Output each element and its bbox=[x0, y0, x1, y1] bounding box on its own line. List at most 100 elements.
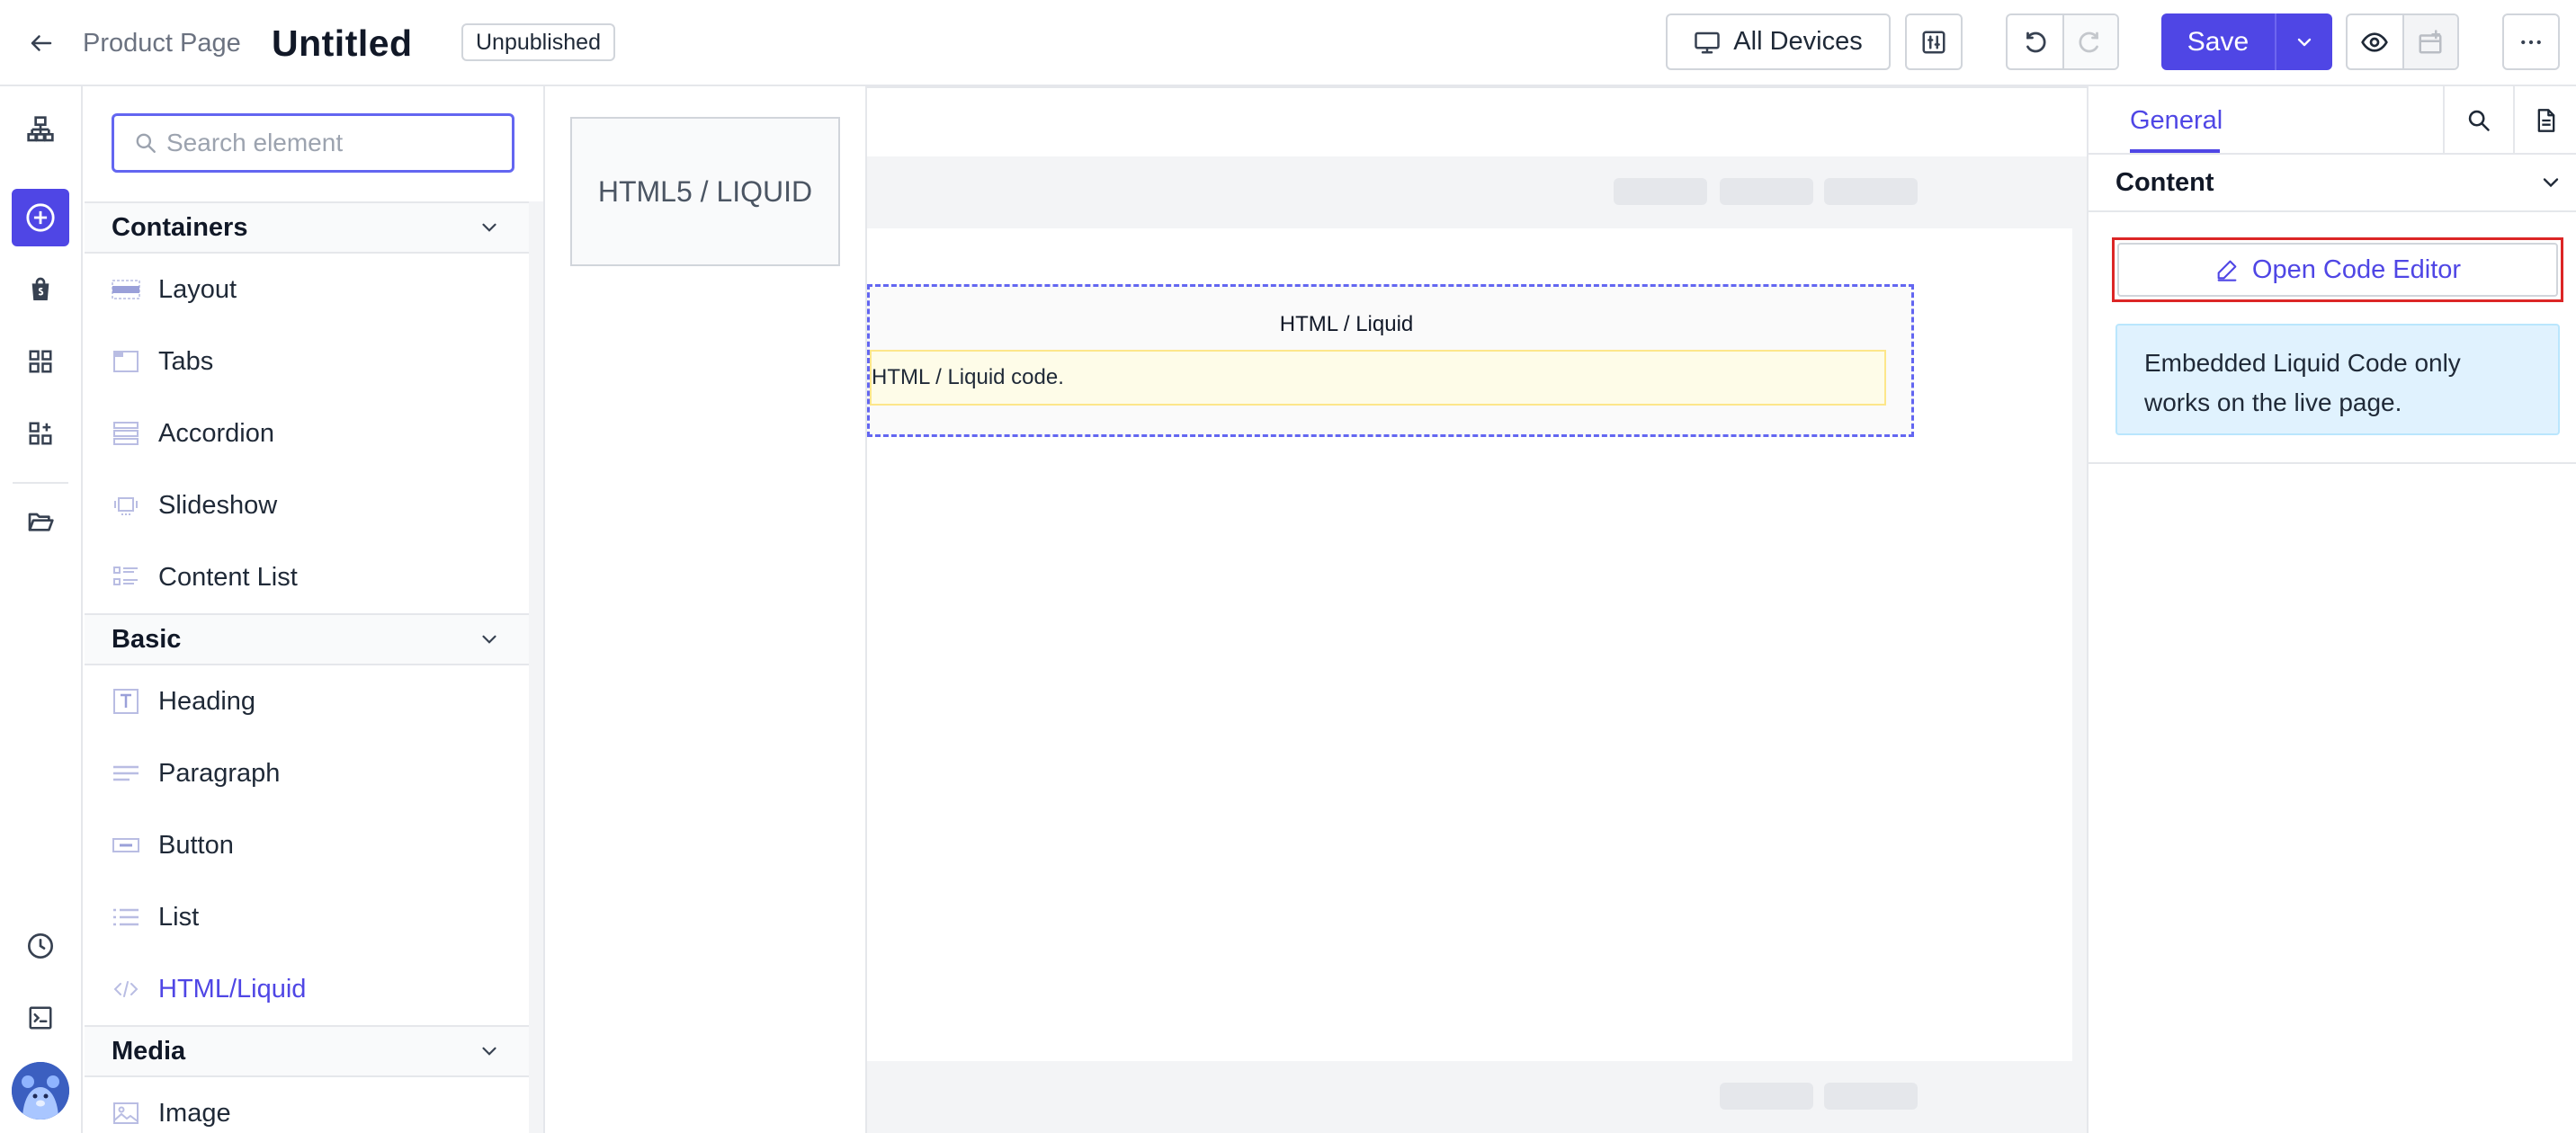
sidebar-item-add-element[interactable] bbox=[12, 189, 69, 246]
heading-icon bbox=[112, 687, 140, 716]
accordion-icon bbox=[112, 419, 140, 448]
sidebar-item-history[interactable] bbox=[12, 917, 69, 975]
chevron-down-icon bbox=[2543, 178, 2559, 188]
category-title: Containers bbox=[112, 212, 248, 242]
publish-button[interactable] bbox=[2402, 15, 2457, 68]
highlight-box: Open Code Editor bbox=[2112, 237, 2563, 302]
element-item-slideshow[interactable]: Slideshow bbox=[85, 469, 530, 541]
grid-icon bbox=[29, 350, 52, 373]
layout-icon bbox=[112, 275, 140, 304]
save-button[interactable]: Save bbox=[2161, 13, 2275, 70]
element-label: Paragraph bbox=[158, 758, 281, 788]
element-item-button[interactable]: Button bbox=[85, 809, 530, 881]
search-input[interactable] bbox=[166, 129, 490, 157]
sidebar-item-files[interactable] bbox=[12, 493, 69, 550]
undo-icon bbox=[2026, 31, 2047, 52]
eye-icon bbox=[2361, 31, 2389, 52]
section-divider bbox=[2089, 462, 2576, 464]
more-options-button[interactable] bbox=[2502, 13, 2560, 70]
history-controls bbox=[2006, 13, 2119, 70]
sidebar-item-apps[interactable] bbox=[12, 405, 69, 462]
category-title: Basic bbox=[112, 624, 182, 654]
settings-tabs: General bbox=[2089, 86, 2576, 155]
page-title[interactable]: Untitled bbox=[272, 0, 413, 86]
plus-circle-icon bbox=[26, 203, 55, 232]
category-basic[interactable]: Basic bbox=[85, 613, 530, 665]
element-preview-column: HTML5 / LIQUID bbox=[545, 86, 867, 1133]
element-item-heading[interactable]: Heading bbox=[85, 665, 530, 737]
category-media[interactable]: Media bbox=[85, 1025, 530, 1077]
element-item-content-list[interactable]: Content List bbox=[85, 541, 530, 613]
page-settings-button[interactable] bbox=[1905, 13, 1963, 70]
element-label: Accordion bbox=[158, 418, 274, 448]
sidebar-item-sections[interactable] bbox=[12, 333, 69, 390]
page-header-placeholder bbox=[867, 156, 2072, 228]
terminal-icon bbox=[29, 1006, 52, 1030]
element-item-accordion[interactable]: Accordion bbox=[85, 397, 530, 469]
device-selector-button[interactable]: All Devices bbox=[1666, 13, 1891, 70]
image-icon bbox=[112, 1099, 140, 1128]
breadcrumb: Product Page bbox=[83, 28, 241, 58]
page-footer-placeholder bbox=[867, 1061, 2072, 1133]
undo-button[interactable] bbox=[2008, 15, 2062, 68]
sidebar-item-code[interactable] bbox=[12, 989, 69, 1047]
block-title: HTML / Liquid bbox=[1279, 312, 1414, 336]
element-item-list[interactable]: List bbox=[85, 881, 530, 953]
settings-search-button[interactable] bbox=[2443, 86, 2513, 155]
category-title: Media bbox=[112, 1036, 186, 1066]
page-info-button[interactable] bbox=[2513, 86, 2576, 155]
element-label: Slideshow bbox=[158, 490, 278, 520]
category-containers[interactable]: Containers bbox=[85, 201, 530, 254]
element-preview-card[interactable]: HTML5 / LIQUID bbox=[570, 117, 840, 266]
bear-avatar-icon bbox=[12, 1062, 69, 1120]
panel-scrollbar[interactable] bbox=[529, 201, 543, 1133]
chevron-down-icon bbox=[482, 635, 496, 644]
page-preview-frame: HTML / Liquid HTML / Liquid code. bbox=[867, 86, 2087, 1133]
element-label: Image bbox=[158, 1098, 231, 1128]
element-item-layout[interactable]: Layout bbox=[85, 254, 530, 326]
code-icon bbox=[112, 975, 140, 1004]
save-controls: Save bbox=[2161, 13, 2332, 70]
status-badge: Unpublished bbox=[461, 23, 615, 61]
open-code-editor-label: Open Code Editor bbox=[2251, 254, 2462, 284]
element-item-tabs[interactable]: Tabs bbox=[85, 326, 530, 397]
element-item-paragraph[interactable]: Paragraph bbox=[85, 737, 530, 809]
sidebar-item-shopify[interactable] bbox=[12, 261, 69, 318]
redo-icon bbox=[2079, 31, 2099, 52]
settings-panel: General Content Open Code Editor Embedde… bbox=[2087, 86, 2576, 1133]
list-icon bbox=[112, 903, 140, 932]
top-bar: Product Page Untitled Unpublished All De… bbox=[0, 0, 2576, 86]
element-label: Layout bbox=[158, 274, 237, 304]
preview-button[interactable] bbox=[2348, 15, 2402, 68]
grid-plus-icon bbox=[29, 422, 52, 445]
sliders-icon bbox=[1922, 31, 1945, 53]
clock-icon bbox=[28, 933, 53, 959]
element-item-image[interactable]: Image bbox=[85, 1077, 530, 1133]
element-label: List bbox=[158, 902, 200, 932]
element-label: Tabs bbox=[158, 346, 214, 376]
back-button[interactable] bbox=[20, 0, 63, 86]
canvas-scrollbar[interactable] bbox=[2072, 156, 2087, 1133]
chevron-down-icon bbox=[482, 223, 496, 232]
slideshow-icon bbox=[112, 491, 140, 520]
editor-canvas: HTML5 / LIQUID HTML / Liquid HTML / Liqu… bbox=[545, 86, 2087, 1133]
tab-general[interactable]: General bbox=[2130, 106, 2223, 136]
search-field[interactable] bbox=[112, 113, 514, 173]
element-list: Containers Layout Tabs Accordion Slidesh… bbox=[85, 201, 530, 1133]
save-options-button[interactable] bbox=[2275, 13, 2332, 70]
element-label: Content List bbox=[158, 562, 298, 592]
redo-button[interactable] bbox=[2062, 15, 2117, 68]
arrow-left-icon bbox=[31, 35, 52, 51]
content-section-header[interactable]: Content bbox=[2089, 155, 2576, 212]
chevron-down-icon bbox=[2297, 38, 2312, 46]
section-title: Content bbox=[2115, 167, 2214, 197]
avatar[interactable] bbox=[12, 1062, 69, 1120]
document-icon bbox=[2537, 109, 2555, 132]
element-item-html-liquid[interactable]: HTML/Liquid bbox=[85, 953, 530, 1025]
html-liquid-block[interactable]: HTML / Liquid HTML / Liquid code. bbox=[867, 284, 1914, 437]
sidebar-item-layers[interactable] bbox=[12, 101, 69, 158]
open-code-editor-button[interactable]: Open Code Editor bbox=[2117, 243, 2558, 297]
element-label: HTML/Liquid bbox=[158, 974, 307, 1004]
nav-placeholder bbox=[1614, 178, 1707, 205]
device-selector-label: All Devices bbox=[1733, 27, 1863, 56]
